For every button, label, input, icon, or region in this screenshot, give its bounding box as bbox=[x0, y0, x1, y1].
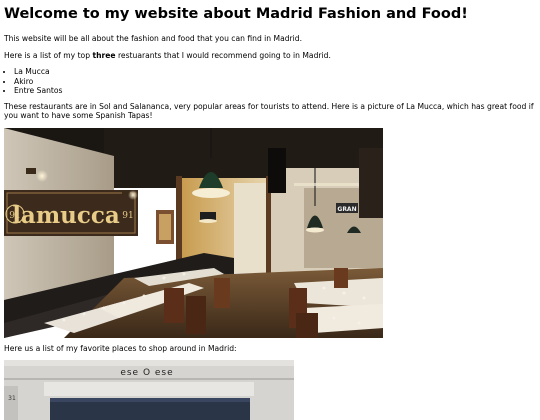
intro-paragraph: This website will be all about the fashi… bbox=[4, 34, 303, 44]
list-intro-emphasis: three bbox=[92, 50, 116, 60]
list-intro-after: restuarants that I would recommend going… bbox=[115, 50, 331, 60]
list-intro-before: Here is a list of my top bbox=[4, 50, 93, 60]
shop-photo: ese O ese 31 bbox=[4, 360, 294, 420]
restaurant-photo: lamucca 91 91 GRAN bbox=[4, 127, 383, 338]
shop-number: 31 bbox=[8, 395, 16, 402]
restaurant-sign: lamucca bbox=[12, 202, 120, 229]
list-item: La Mucca bbox=[14, 67, 536, 76]
sign-number-left: 91 bbox=[9, 211, 20, 221]
description-paragraph: These restaurants are in Sol and Salanan… bbox=[4, 101, 534, 121]
list-item: Entre Santos bbox=[14, 86, 536, 95]
shop-intro-paragraph: Here us a list of my favorite places to … bbox=[4, 343, 237, 353]
restaurant-list: La Mucca Akiro Entre Santos bbox=[4, 67, 536, 95]
shop-sign: ese O ese bbox=[120, 368, 173, 378]
page-content: Welcome to my website about Madrid Fashi… bbox=[0, 0, 540, 420]
list-item: Akiro bbox=[14, 77, 536, 86]
list-intro-paragraph: Here is a list of my top three restuaran… bbox=[4, 51, 536, 60]
page-title: Welcome to my website about Madrid Fashi… bbox=[4, 6, 468, 22]
sign-number-right: 91 bbox=[122, 211, 133, 221]
granja-sign: GRAN bbox=[337, 206, 356, 213]
